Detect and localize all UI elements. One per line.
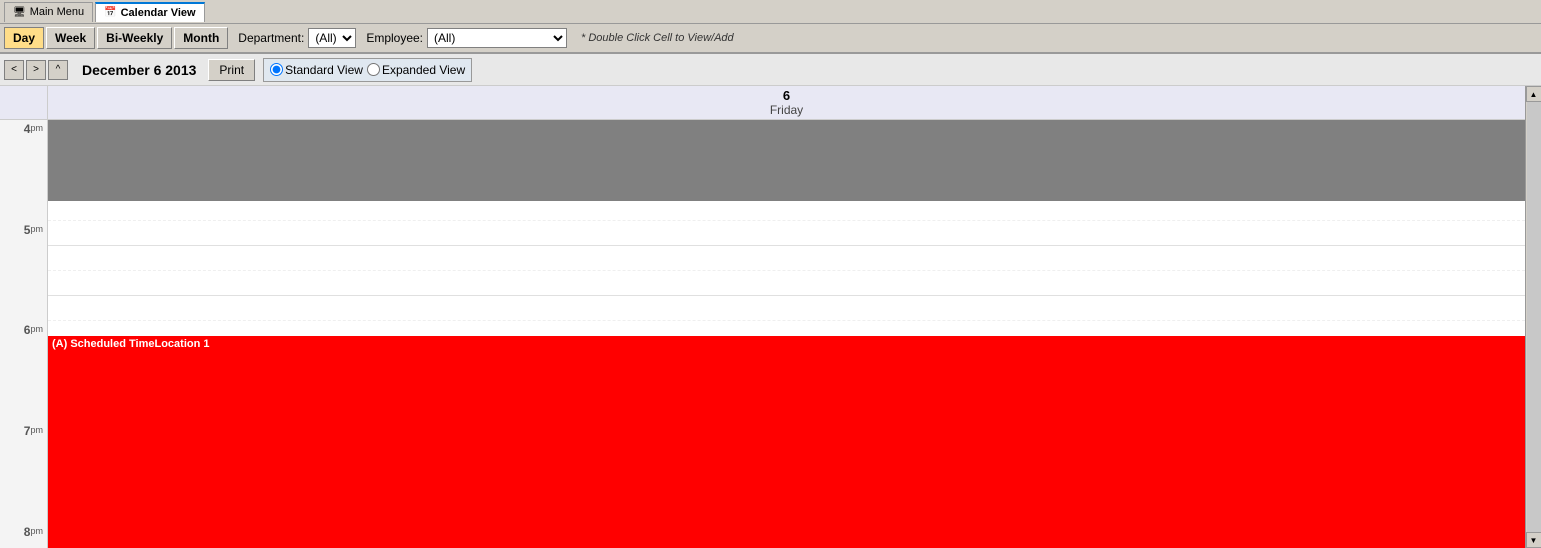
nav-row: < > ^ December 6 2013 Print Standard Vie… bbox=[0, 54, 1541, 86]
time-label-empty-4 bbox=[0, 246, 47, 271]
time-label-empty-3 bbox=[0, 196, 47, 221]
next-button[interactable]: > bbox=[26, 60, 46, 80]
day-name: Friday bbox=[770, 103, 803, 117]
day-header: 6 Friday bbox=[0, 86, 1525, 120]
main-menu-icon: 🖥 bbox=[13, 7, 26, 18]
toolbar: Day Week Bi-Weekly Month Department: (Al… bbox=[0, 24, 1541, 54]
time-label-empty-7 bbox=[0, 347, 47, 372]
bg-row-6 bbox=[48, 271, 1525, 296]
bg-row-7 bbox=[48, 296, 1525, 321]
time-label-8pm: 8pm bbox=[0, 523, 47, 548]
main-menu-tab[interactable]: 🖥 Main Menu bbox=[4, 2, 93, 22]
employee-select[interactable]: (All) bbox=[427, 28, 567, 48]
prev-button[interactable]: < bbox=[4, 60, 24, 80]
time-grid: 4pm 5pm 6pm bbox=[0, 120, 1525, 548]
day-button[interactable]: Day bbox=[4, 27, 44, 49]
main-area: 6 Friday 4pm 5pm bbox=[0, 86, 1541, 548]
calendar-view-tab[interactable]: 📅 Calendar View bbox=[95, 2, 204, 22]
time-label-empty-12 bbox=[0, 498, 47, 523]
print-button[interactable]: Print bbox=[208, 59, 255, 81]
standard-view-option[interactable]: Standard View bbox=[270, 63, 363, 77]
time-label-empty-2 bbox=[0, 170, 47, 195]
expanded-view-radio[interactable] bbox=[367, 63, 380, 76]
time-label-empty-1 bbox=[0, 145, 47, 170]
time-labels: 4pm 5pm 6pm bbox=[0, 120, 48, 548]
date-title: December 6 2013 bbox=[82, 62, 196, 78]
bg-row-4 bbox=[48, 221, 1525, 246]
employee-label: Employee: bbox=[366, 31, 423, 45]
department-label: Department: bbox=[238, 31, 304, 45]
time-label-6pm: 6pm bbox=[0, 321, 47, 346]
time-label-empty-8 bbox=[0, 372, 47, 397]
double-click-hint: * Double Click Cell to View/Add bbox=[581, 32, 734, 44]
scrollbar[interactable]: ▲ ▼ bbox=[1525, 86, 1541, 548]
bg-row-5 bbox=[48, 246, 1525, 271]
time-label-empty-11 bbox=[0, 473, 47, 498]
scrollbar-down-button[interactable]: ▼ bbox=[1526, 532, 1541, 548]
gray-event-block[interactable] bbox=[48, 120, 1525, 201]
calendar-icon: 📅 bbox=[104, 7, 116, 18]
events-column[interactable]: (A) Scheduled TimeLocation 1 bbox=[48, 120, 1525, 548]
red-event-label: (A) Scheduled TimeLocation 1 bbox=[48, 336, 214, 352]
up-button[interactable]: ^ bbox=[48, 60, 68, 80]
standard-view-radio[interactable] bbox=[270, 63, 283, 76]
expanded-view-label: Expanded View bbox=[382, 63, 465, 77]
time-label-empty-10 bbox=[0, 447, 47, 472]
calendar-view-label: Calendar View bbox=[121, 7, 196, 19]
biweekly-button[interactable]: Bi-Weekly bbox=[97, 27, 172, 49]
view-options: Standard View Expanded View bbox=[263, 58, 472, 82]
department-select[interactable]: (All) bbox=[308, 28, 356, 48]
expanded-view-option[interactable]: Expanded View bbox=[367, 63, 465, 77]
grid-area: 6 Friday 4pm 5pm bbox=[0, 86, 1525, 548]
time-label-5pm: 5pm bbox=[0, 221, 47, 246]
main-menu-label: Main Menu bbox=[30, 6, 84, 18]
time-label-empty-6 bbox=[0, 296, 47, 321]
red-event-block[interactable]: (A) Scheduled TimeLocation 1 bbox=[48, 336, 1525, 548]
scrollbar-track[interactable] bbox=[1527, 102, 1541, 532]
time-gutter-header bbox=[0, 86, 48, 119]
gray-event-label bbox=[48, 120, 56, 136]
time-label-7pm: 7pm bbox=[0, 422, 47, 447]
month-button[interactable]: Month bbox=[174, 27, 228, 49]
scrollbar-up-button[interactable]: ▲ bbox=[1526, 86, 1541, 102]
time-label-empty-5 bbox=[0, 271, 47, 296]
time-label-4pm: 4pm bbox=[0, 120, 47, 145]
title-bar: 🖥 Main Menu 📅 Calendar View bbox=[0, 0, 1541, 24]
day-number: 6 bbox=[783, 88, 790, 103]
day-header-cell: 6 Friday bbox=[48, 86, 1525, 119]
standard-view-label: Standard View bbox=[285, 63, 363, 77]
time-label-empty-9 bbox=[0, 397, 47, 422]
week-button[interactable]: Week bbox=[46, 27, 95, 49]
